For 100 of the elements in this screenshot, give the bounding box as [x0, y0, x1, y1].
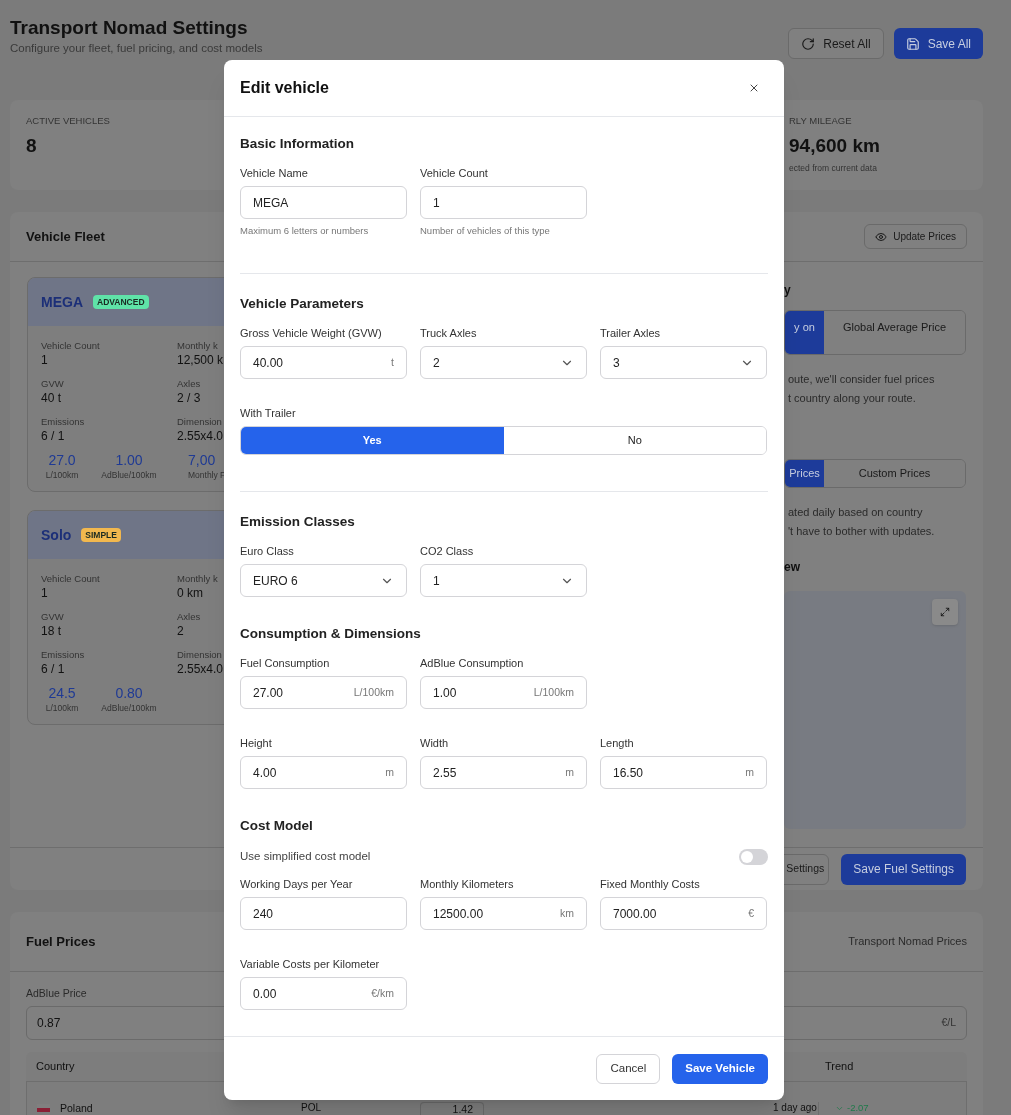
field-hint: Maximum 6 letters or numbers	[240, 225, 370, 237]
input-field[interactable]: 27.00 L/100km	[240, 676, 407, 709]
page-title: Transport Nomad Settings	[10, 16, 249, 40]
save-icon	[905, 36, 920, 51]
field-value: 0 km	[177, 585, 203, 602]
section-title: y	[784, 282, 792, 298]
table-cell-text: 1 day ago	[772, 1102, 818, 1114]
vehicle-name: MEGA	[41, 292, 83, 312]
table-cell: Poland	[60, 1102, 93, 1114]
chevron-down-icon	[835, 1104, 844, 1113]
metric-value: 24.5	[48, 684, 76, 702]
stat-value: 8	[26, 134, 38, 158]
primary-button[interactable]: Save All	[893, 28, 983, 59]
metric-value: 27.0	[48, 451, 76, 469]
primary-button[interactable]: Save Fuel Settings	[841, 853, 966, 885]
section-title: ew	[784, 559, 801, 575]
column-header: Country	[35, 1059, 76, 1075]
section-title: Cost Model	[240, 817, 314, 835]
input-field[interactable]: 240	[240, 897, 407, 931]
select-field[interactable]: EURO 6	[240, 564, 407, 597]
field-label: Vehicle Count	[41, 340, 100, 352]
price-field[interactable]: 1.42	[420, 1102, 484, 1115]
expand-button[interactable]	[932, 599, 958, 625]
field-label: Emissions	[41, 416, 85, 428]
field-label: Axles	[177, 378, 201, 390]
field-value: 2 / 3	[177, 390, 201, 407]
vehicle-type-label: SIMPLE	[81, 527, 121, 543]
field-value: 2.55x4.0	[177, 661, 224, 678]
input-field[interactable]: 12500.00 km	[420, 897, 587, 931]
section-title: Basic Information	[240, 135, 356, 153]
field-value: 6 / 1	[41, 428, 65, 445]
select-field[interactable]: 3	[600, 346, 767, 379]
field-label: Vehicle Count	[420, 166, 489, 180]
card-title: Fuel Prices	[26, 932, 96, 951]
field-label: AdBlue Price	[26, 987, 87, 1000]
page-subtitle: Configure your fleet, fuel pricing, and cost models	[10, 41, 263, 56]
vehicle-type-label: ADVANCED	[93, 294, 149, 310]
toggle-switch[interactable]	[739, 848, 768, 865]
field-label: Length	[600, 736, 635, 750]
field-label: AdBlue Consumption	[420, 656, 525, 670]
stat-note: ected from current data	[789, 162, 878, 174]
column-header: Trend	[824, 1059, 855, 1075]
strategy-description: oute, we'll consider fuel prices t country along your route.	[787, 372, 936, 406]
field-label: Dimension	[177, 649, 222, 661]
field-label: Axles	[177, 611, 201, 623]
metric-label: L/100km	[45, 469, 79, 481]
input-field[interactable]: 2.55 m	[420, 756, 587, 789]
field-value: 12,500 k	[177, 352, 224, 369]
segment-tab[interactable]: Prices	[785, 460, 824, 487]
input-field[interactable]: 1	[420, 186, 587, 219]
field-value: 1	[41, 352, 48, 369]
expand-icon	[940, 607, 950, 617]
input-field[interactable]: 7000.00 €	[600, 897, 767, 931]
field-label: Trailer Axles	[600, 326, 662, 340]
trend-value: -2.07	[818, 1102, 966, 1115]
price-source: Transport Nomad Prices	[848, 934, 967, 950]
field-label: Fixed Monthly Costs	[600, 877, 701, 892]
stat-value: 94,600 km	[789, 134, 881, 158]
input-field[interactable]: MEGA	[240, 186, 407, 219]
field-label: Working Days per Year	[240, 877, 354, 892]
select-field[interactable]: 2	[420, 346, 587, 379]
field-label: Dimension	[177, 416, 222, 428]
stat-label: RLY MILEAGE	[789, 115, 853, 127]
field-value: 6 / 1	[41, 661, 65, 678]
switch-label: Use simplified cost model	[240, 849, 371, 864]
field-value: 1	[41, 585, 48, 602]
input-field[interactable]: 4.00 m	[240, 756, 407, 789]
dialog-title: Edit vehicle	[240, 78, 329, 98]
field-value: 40 t	[41, 390, 61, 407]
field-value: 18 t	[41, 623, 61, 640]
close-icon[interactable]	[748, 82, 760, 94]
price-description: ated daily based on country 't have to bother with updates.	[787, 505, 936, 539]
secondary-button[interactable]: Reset All	[788, 28, 884, 59]
segment-tab[interactable]: y on	[785, 311, 824, 354]
field-label: Truck Axles	[420, 326, 478, 340]
input-field[interactable]: 40.00 t	[240, 346, 407, 379]
select-field[interactable]: 1	[420, 564, 587, 597]
eye-icon	[875, 230, 888, 243]
vehicle-name: Solo	[41, 525, 72, 545]
field-label: Variable Costs per Kilometer	[240, 957, 381, 972]
field-label: Width	[420, 736, 450, 750]
input-field[interactable]: 16.50 m	[600, 756, 767, 789]
field-label: Monthly k	[177, 573, 218, 585]
field-label: GVW	[41, 378, 64, 390]
field-value: 2	[177, 623, 184, 640]
field-hint: Number of vehicles of this type	[420, 225, 551, 237]
cancel-button[interactable]: Cancel	[596, 1053, 661, 1084]
stat-label: ACTIVE VEHICLES	[26, 115, 110, 127]
toggle-option[interactable]: Yes	[241, 427, 504, 454]
update-prices-button[interactable]: Update Prices	[864, 224, 967, 249]
input-field[interactable]: 1.00 L/100km	[420, 676, 587, 709]
card-title: Vehicle Fleet	[26, 227, 105, 246]
field-label: GVW	[41, 611, 64, 623]
field-label: Height	[240, 736, 273, 750]
field-label: Vehicle Name	[240, 166, 309, 180]
input-field[interactable]: 0.00 €/km	[240, 977, 407, 1011]
field-label: Emissions	[41, 649, 85, 661]
metric-value: 7,00	[188, 451, 216, 469]
save-vehicle-button[interactable]: Save Vehicle	[672, 1053, 768, 1084]
refresh-icon	[801, 36, 816, 51]
